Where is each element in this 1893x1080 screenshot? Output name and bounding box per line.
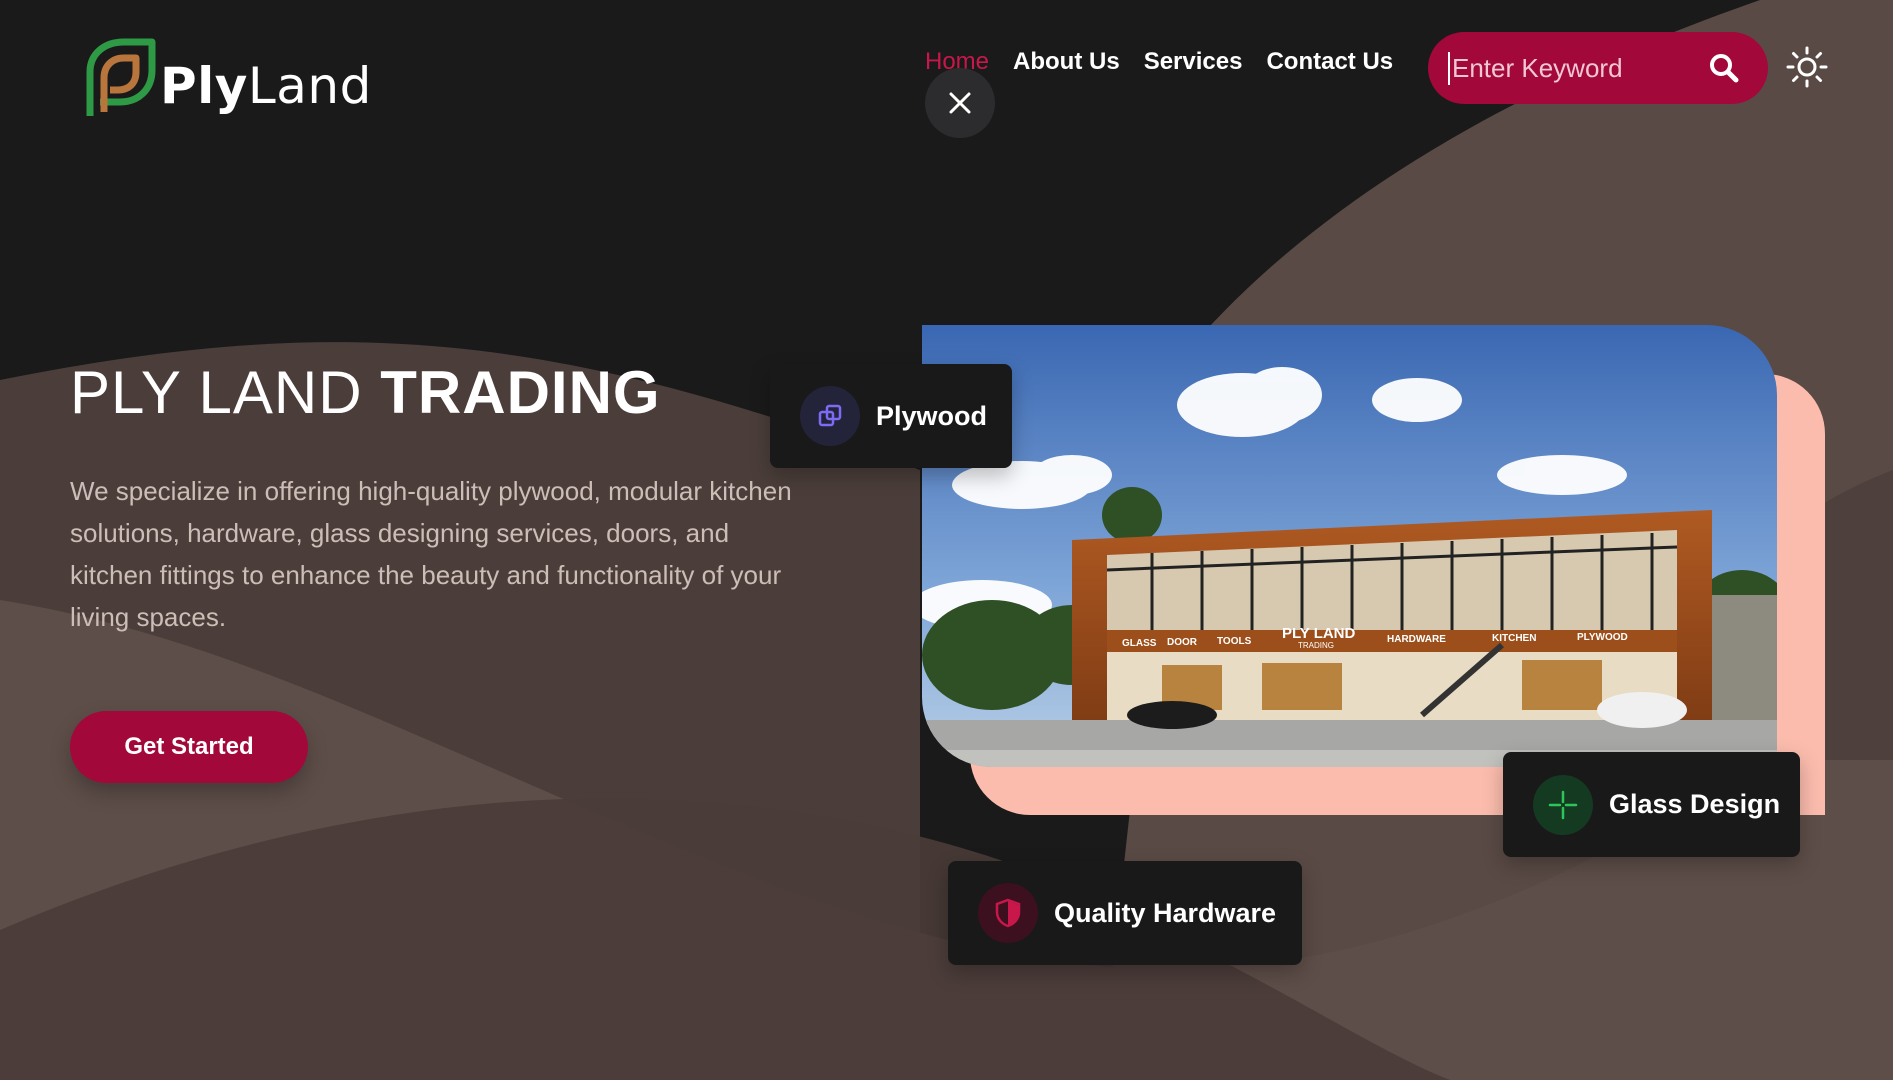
svg-text:TOOLS: TOOLS <box>1217 636 1252 647</box>
nav-about-us[interactable]: About Us <box>1013 48 1120 76</box>
feature-label: Quality Hardware <box>1054 897 1277 928</box>
store-building-image: GLASS DOOR TOOLS HARDWARE KITCHEN PLYWOO… <box>922 325 1777 767</box>
close-icon <box>949 92 971 114</box>
crosshair-icon <box>1533 774 1593 835</box>
feature-label: Plywood <box>876 400 988 431</box>
hero-description: We specialize in offering high-quality p… <box>70 476 792 632</box>
svg-text:PLYWOOD: PLYWOOD <box>1577 632 1628 643</box>
brand-logo[interactable]: PlyLand <box>84 38 372 120</box>
feature-card-plywood[interactable]: Plywood <box>770 364 1012 468</box>
shield-icon <box>978 883 1038 943</box>
svg-text:DOOR: DOOR <box>1167 637 1198 648</box>
close-button[interactable] <box>925 68 995 138</box>
svg-text:KITCHEN: KITCHEN <box>1492 633 1536 644</box>
layers-icon <box>800 386 860 446</box>
search-input[interactable] <box>1448 51 1704 85</box>
svg-text:GLASS: GLASS <box>1122 638 1157 649</box>
svg-text:HARDWARE: HARDWARE <box>1387 634 1446 645</box>
svg-text:PLY LAND: PLY LAND <box>1282 625 1356 642</box>
leaf-logo-icon <box>86 38 156 116</box>
brand-name: PlyLand <box>160 57 372 115</box>
search-bar <box>1428 32 1768 104</box>
hero-title: PLY LAND TRADING <box>70 359 661 426</box>
nav-contact-us[interactable]: Contact Us <box>1266 48 1393 76</box>
search-icon[interactable] <box>1708 52 1740 84</box>
main-nav: Home About Us Services Contact Us <box>925 48 1393 76</box>
feature-card-quality-hardware[interactable]: Quality Hardware <box>948 861 1302 965</box>
feature-card-glass-design[interactable]: Glass Design <box>1503 752 1800 857</box>
svg-text:TRADING: TRADING <box>1298 641 1334 650</box>
sun-icon[interactable] <box>1786 46 1828 88</box>
nav-services[interactable]: Services <box>1144 48 1243 76</box>
get-started-button[interactable]: Get Started <box>70 711 308 783</box>
feature-label: Glass Design <box>1609 789 1781 819</box>
